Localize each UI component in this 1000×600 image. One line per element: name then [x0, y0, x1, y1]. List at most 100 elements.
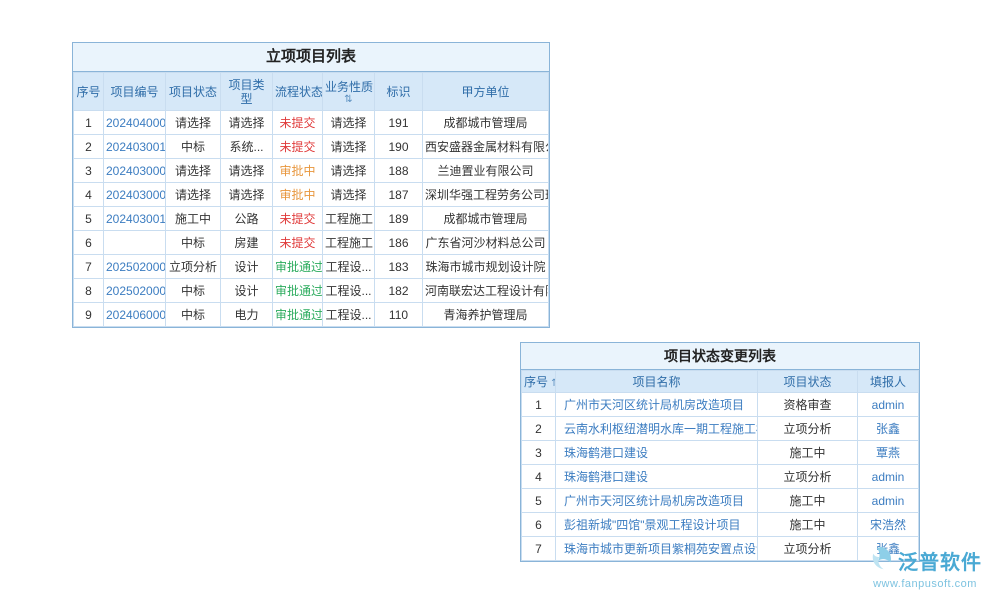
cell-process-status[interactable]: 未提交 [273, 231, 323, 255]
table-row: 7 珠海市城市更新项目紫桐苑安置点设计项目 立项分析 张鑫 [522, 537, 919, 561]
cell-project-code[interactable]: 2024030008 [104, 183, 166, 207]
col-header-nature[interactable]: 业务性质 ⇅ [323, 73, 375, 111]
cell-project-code[interactable]: 2025020004 [104, 255, 166, 279]
cell-project-code[interactable]: 2024060001 [104, 303, 166, 327]
approval-panel-title: 立项项目列表 [73, 43, 549, 72]
status-change-panel-title: 项目状态变更列表 [521, 343, 919, 370]
cell-project-status: 施工中 [758, 489, 858, 513]
cell-process-status[interactable]: 审批中 [273, 159, 323, 183]
cell-project-type: 公路 [221, 207, 273, 231]
cell-project-code[interactable]: 2024030010 [104, 207, 166, 231]
cell-business-nature[interactable]: 请选择 [323, 159, 375, 183]
cell-project-type[interactable]: 请选择 [221, 183, 273, 207]
cell-tag: 187 [375, 183, 423, 207]
cell-party: 青海养护管理局 [423, 303, 549, 327]
cell-project-status: 施工中 [166, 207, 221, 231]
cell-process-status[interactable]: 审批中 [273, 183, 323, 207]
sort-icon[interactable]: ⇅ [551, 378, 555, 389]
table-row: 8 2025020003 中标 设计 审批通过 工程设... 182 河南联宏达… [74, 279, 549, 303]
cell-business-nature[interactable]: 请选择 [323, 183, 375, 207]
approval-projects-table: 序号 项目编号 项目状态 项目类型 流程状态 业务性质 ⇅ 标识 甲方单位 1 … [73, 72, 549, 327]
cell-process-status[interactable]: 未提交 [273, 111, 323, 135]
cell-project-status[interactable]: 请选择 [166, 159, 221, 183]
cell-process-status[interactable]: 审批通过 [273, 255, 323, 279]
sort-icon[interactable]: ⇅ [325, 95, 372, 105]
cell-tag: 189 [375, 207, 423, 231]
cell-tag: 182 [375, 279, 423, 303]
cell-reporter[interactable]: 宋浩然 [858, 513, 919, 537]
cell-project-type: 设计 [221, 255, 273, 279]
cell-project-type[interactable]: 请选择 [221, 111, 273, 135]
table-row: 6 中标 房建 未提交 工程施工 186 广东省河沙材料总公司 [74, 231, 549, 255]
cell-tag: 190 [375, 135, 423, 159]
cell-party: 西安盛器金属材料有限公司 [423, 135, 549, 159]
cell-reporter[interactable]: 张鑫 [858, 417, 919, 441]
status-change-table: 序号 ⇅ 项目名称 项目状态 填报人 1 广州市天河区统计局机房改造项目 资格审… [521, 370, 919, 561]
cell-project-name[interactable]: 广州市天河区统计局机房改造项目 [556, 393, 758, 417]
cell-project-name[interactable]: 云南水利枢纽潜明水库一期工程施工标 [556, 417, 758, 441]
cell-project-code[interactable]: 2024040005 [104, 111, 166, 135]
cell-reporter[interactable]: admin [858, 393, 919, 417]
cell-project-name[interactable]: 珠海鹤港口建设 [556, 465, 758, 489]
fanpu-logo-icon [868, 545, 894, 576]
cell-project-status: 施工中 [758, 513, 858, 537]
cell-party: 成都城市管理局 [423, 207, 549, 231]
table-row: 3 珠海鹤港口建设 施工中 覃燕 [522, 441, 919, 465]
table-row: 7 2025020004 立项分析 设计 审批通过 工程设... 183 珠海市… [74, 255, 549, 279]
cell-party: 河南联宏达工程设计有限公司 [423, 279, 549, 303]
table-row: 4 2024030008 请选择 请选择 审批中 请选择 187 深圳华强工程劳… [74, 183, 549, 207]
cell-project-status[interactable]: 请选择 [166, 183, 221, 207]
cell-project-code[interactable]: 2024030011 [104, 135, 166, 159]
cell-reporter[interactable]: 覃燕 [858, 441, 919, 465]
cell-tag: 110 [375, 303, 423, 327]
status-change-panel: 项目状态变更列表 序号 ⇅ 项目名称 项目状态 填报人 1 广州市天河区统计局机… [520, 342, 920, 562]
cell-project-name[interactable]: 彭祖新城"四馆"景观工程设计项目 [556, 513, 758, 537]
cell-no: 5 [74, 207, 104, 231]
cell-no: 6 [74, 231, 104, 255]
col-header-code: 项目编号 [104, 73, 166, 111]
cell-no: 6 [522, 513, 556, 537]
cell-project-status: 中标 [166, 231, 221, 255]
cell-business-nature: 工程设... [323, 303, 375, 327]
cell-project-status[interactable]: 请选择 [166, 111, 221, 135]
cell-no: 7 [74, 255, 104, 279]
cell-process-status[interactable]: 未提交 [273, 135, 323, 159]
col-header-no: 序号 [74, 73, 104, 111]
cell-no: 1 [522, 393, 556, 417]
cell-no: 7 [522, 537, 556, 561]
cell-project-type[interactable]: 请选择 [221, 159, 273, 183]
cell-project-status: 施工中 [758, 441, 858, 465]
brand-name: 泛普软件 [898, 546, 982, 575]
cell-project-name[interactable]: 珠海鹤港口建设 [556, 441, 758, 465]
table-row: 6 彭祖新城"四馆"景观工程设计项目 施工中 宋浩然 [522, 513, 919, 537]
col-header-no[interactable]: 序号 ⇅ [522, 371, 556, 393]
col-header-status: 项目状态 [166, 73, 221, 111]
cell-project-status: 资格审查 [758, 393, 858, 417]
table-row: 1 广州市天河区统计局机房改造项目 资格审查 admin [522, 393, 919, 417]
cell-process-status[interactable]: 未提交 [273, 207, 323, 231]
brand-website: www.fanpusoft.com [860, 578, 990, 590]
cell-no: 2 [74, 135, 104, 159]
col-header-project-status: 项目状态 [758, 371, 858, 393]
cell-no: 5 [522, 489, 556, 513]
cell-business-nature: 工程设... [323, 255, 375, 279]
table-row: 3 2024030009 请选择 请选择 审批中 请选择 188 兰迪置业有限公… [74, 159, 549, 183]
cell-process-status[interactable]: 审批通过 [273, 303, 323, 327]
cell-business-nature[interactable]: 请选择 [323, 135, 375, 159]
cell-reporter[interactable]: admin [858, 489, 919, 513]
cell-project-code[interactable]: 2025020003 [104, 279, 166, 303]
cell-no: 4 [522, 465, 556, 489]
cell-reporter[interactable]: admin [858, 465, 919, 489]
cell-project-code[interactable]: 2024030009 [104, 159, 166, 183]
col-header-project-name: 项目名称 [556, 371, 758, 393]
cell-project-name[interactable]: 广州市天河区统计局机房改造项目 [556, 489, 758, 513]
table-row: 5 2024030010 施工中 公路 未提交 工程施工 189 成都城市管理局 [74, 207, 549, 231]
cell-business-nature[interactable]: 请选择 [323, 111, 375, 135]
cell-project-type: 系统... [221, 135, 273, 159]
cell-process-status[interactable]: 审批通过 [273, 279, 323, 303]
cell-project-name[interactable]: 珠海市城市更新项目紫桐苑安置点设计项目 [556, 537, 758, 561]
cell-party: 珠海市城市规划设计院 [423, 255, 549, 279]
approval-projects-panel: 立项项目列表 序号 项目编号 项目状态 项目类型 流程状态 业务性质 ⇅ 标识 … [72, 42, 550, 328]
cell-no: 4 [74, 183, 104, 207]
table-row: 2 云南水利枢纽潜明水库一期工程施工标 立项分析 张鑫 [522, 417, 919, 441]
